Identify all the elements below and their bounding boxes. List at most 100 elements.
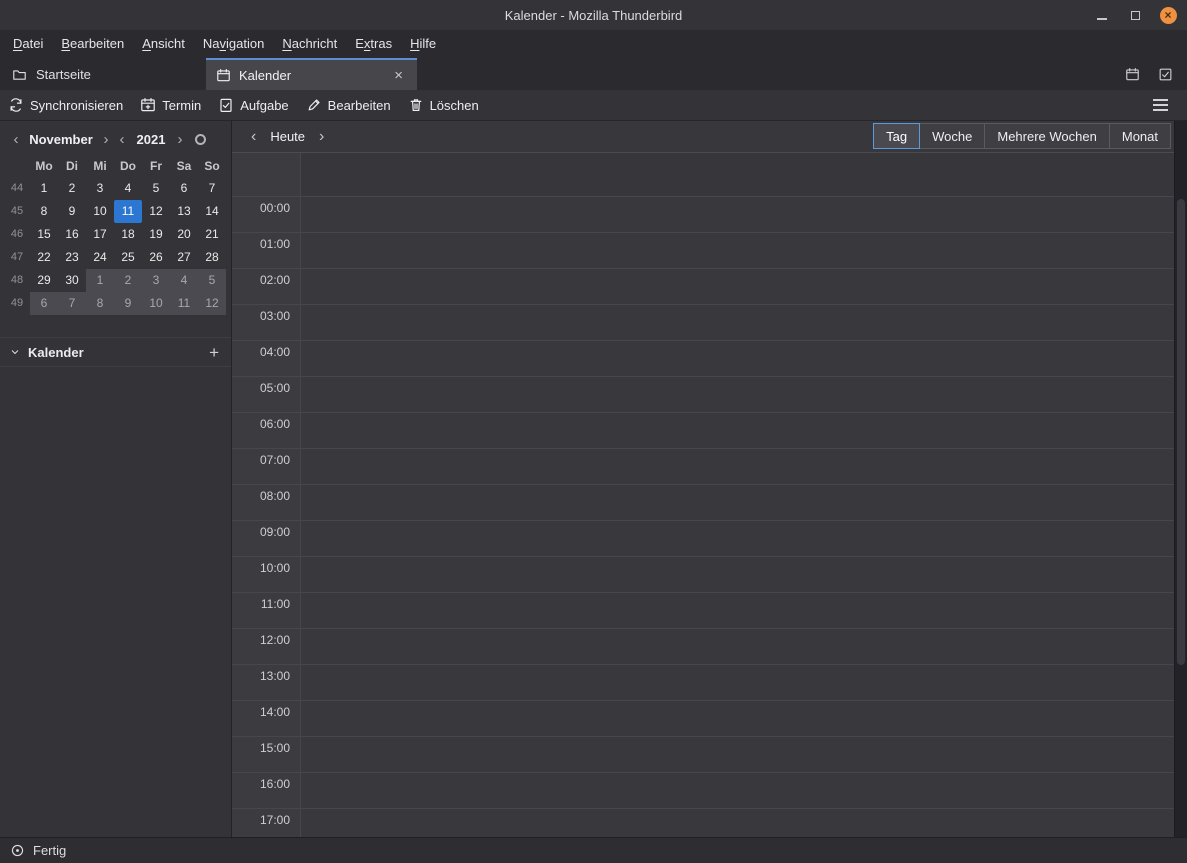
prev-month-button[interactable]: ‹: [8, 132, 24, 147]
minimonth-day[interactable]: 24: [86, 246, 114, 269]
titlebar[interactable]: Kalender - Mozilla Thunderbird ×: [0, 0, 1187, 30]
calendar-list-header[interactable]: Kalender +: [0, 337, 231, 367]
new-task-button[interactable]: Aufgabe: [218, 97, 288, 113]
hour-cell[interactable]: [300, 701, 1174, 736]
vertical-scrollbar[interactable]: [1174, 121, 1187, 837]
minimonth-day[interactable]: 18: [114, 223, 142, 246]
tab-startseite[interactable]: Startseite: [0, 58, 206, 90]
restore-button[interactable]: [1126, 6, 1144, 24]
hour-cell[interactable]: [300, 557, 1174, 592]
hour-cell[interactable]: [300, 737, 1174, 772]
minimonth-day[interactable]: 12: [198, 292, 226, 315]
minimonth-day[interactable]: 27: [170, 246, 198, 269]
menu-bearbeiten[interactable]: Bearbeiten: [52, 30, 133, 58]
today-nav-button[interactable]: Heute: [265, 129, 310, 144]
delete-button[interactable]: Löschen: [408, 97, 479, 113]
hour-cell[interactable]: [300, 485, 1174, 520]
open-calendar-tab-button[interactable]: [1118, 67, 1146, 82]
allday-events-area[interactable]: [300, 153, 1174, 196]
minimonth-day[interactable]: 21: [198, 223, 226, 246]
minimonth-day[interactable]: 8: [30, 200, 58, 223]
add-calendar-button[interactable]: +: [209, 344, 219, 361]
edit-button[interactable]: Bearbeiten: [306, 97, 391, 113]
open-tasks-tab-button[interactable]: [1151, 67, 1179, 82]
tab-close-icon[interactable]: ×: [390, 67, 407, 84]
minimonth-day[interactable]: 10: [86, 200, 114, 223]
minimonth-day[interactable]: 25: [114, 246, 142, 269]
minimonth-day[interactable]: 17: [86, 223, 114, 246]
minimonth-day[interactable]: 9: [114, 292, 142, 315]
menu-hilfe[interactable]: Hilfe: [401, 30, 445, 58]
minimonth-day-selected[interactable]: 11: [114, 200, 142, 223]
hour-cell[interactable]: [300, 773, 1174, 808]
today-circle-button[interactable]: [195, 134, 206, 145]
view-day-button[interactable]: Tag: [873, 123, 920, 149]
minimonth-day[interactable]: 6: [170, 177, 198, 200]
minimonth-day[interactable]: 14: [198, 200, 226, 223]
minimonth-day[interactable]: 4: [170, 269, 198, 292]
hour-cell[interactable]: [300, 809, 1174, 837]
minimonth-day[interactable]: 28: [198, 246, 226, 269]
app-menu-button[interactable]: [1147, 92, 1173, 118]
view-multiweek-button[interactable]: Mehrere Wochen: [984, 123, 1109, 149]
minimonth-day[interactable]: 29: [30, 269, 58, 292]
hour-cell[interactable]: [300, 413, 1174, 448]
prev-year-button[interactable]: ‹: [114, 132, 130, 147]
minimonth-day[interactable]: 9: [58, 200, 86, 223]
minimonth-day[interactable]: 1: [86, 269, 114, 292]
minimonth-day[interactable]: 2: [114, 269, 142, 292]
minimonth-day[interactable]: 3: [86, 177, 114, 200]
hour-cell[interactable]: [300, 521, 1174, 556]
hour-cell[interactable]: [300, 269, 1174, 304]
minimonth-day[interactable]: 5: [198, 269, 226, 292]
minimonth-day[interactable]: 6: [30, 292, 58, 315]
minimonth-day[interactable]: 10: [142, 292, 170, 315]
menu-nachricht[interactable]: Nachricht: [273, 30, 346, 58]
menu-datei[interactable]: Datei: [4, 30, 52, 58]
next-year-button[interactable]: ›: [172, 132, 188, 147]
next-day-button[interactable]: ›: [310, 129, 333, 145]
scrollbar-thumb[interactable]: [1177, 199, 1185, 665]
hour-cell[interactable]: [300, 449, 1174, 484]
hour-cell[interactable]: [300, 197, 1174, 232]
next-month-button[interactable]: ›: [98, 132, 114, 147]
minimonth-day[interactable]: 4: [114, 177, 142, 200]
minimonth-day[interactable]: 20: [170, 223, 198, 246]
view-week-button[interactable]: Woche: [919, 123, 985, 149]
hour-cell[interactable]: [300, 629, 1174, 664]
hour-cell[interactable]: [300, 593, 1174, 628]
calendar-list[interactable]: [0, 367, 231, 837]
minimonth-day[interactable]: 8: [86, 292, 114, 315]
minimonth-day[interactable]: 7: [58, 292, 86, 315]
minimonth-day[interactable]: 7: [198, 177, 226, 200]
minimize-button[interactable]: [1093, 6, 1111, 24]
minimonth-day[interactable]: 13: [170, 200, 198, 223]
hour-cell[interactable]: [300, 665, 1174, 700]
synchronize-button[interactable]: Synchronisieren: [8, 97, 123, 113]
new-event-button[interactable]: Termin: [140, 97, 201, 113]
menu-navigation[interactable]: Navigation: [194, 30, 273, 58]
minimonth-day[interactable]: 16: [58, 223, 86, 246]
hour-cell[interactable]: [300, 233, 1174, 268]
close-button[interactable]: ×: [1159, 6, 1177, 24]
minimonth-day[interactable]: 3: [142, 269, 170, 292]
minimonth-day[interactable]: 19: [142, 223, 170, 246]
minimonth-day[interactable]: 11: [170, 292, 198, 315]
menu-ansicht[interactable]: Ansicht: [133, 30, 194, 58]
tab-kalender[interactable]: Kalender ×: [206, 58, 417, 90]
minimonth-day[interactable]: 15: [30, 223, 58, 246]
minimonth-day[interactable]: 5: [142, 177, 170, 200]
minimonth-day[interactable]: 2: [58, 177, 86, 200]
minimonth-day[interactable]: 22: [30, 246, 58, 269]
hour-cell[interactable]: [300, 377, 1174, 412]
hour-cell[interactable]: [300, 341, 1174, 376]
menu-extras[interactable]: Extras: [346, 30, 401, 58]
minimonth-day[interactable]: 1: [30, 177, 58, 200]
minimonth-day[interactable]: 12: [142, 200, 170, 223]
previous-day-button[interactable]: ‹: [242, 129, 265, 145]
minimonth-day[interactable]: 23: [58, 246, 86, 269]
minimonth-day[interactable]: 26: [142, 246, 170, 269]
view-month-button[interactable]: Monat: [1109, 123, 1171, 149]
minimonth-day[interactable]: 30: [58, 269, 86, 292]
hour-cell[interactable]: [300, 305, 1174, 340]
